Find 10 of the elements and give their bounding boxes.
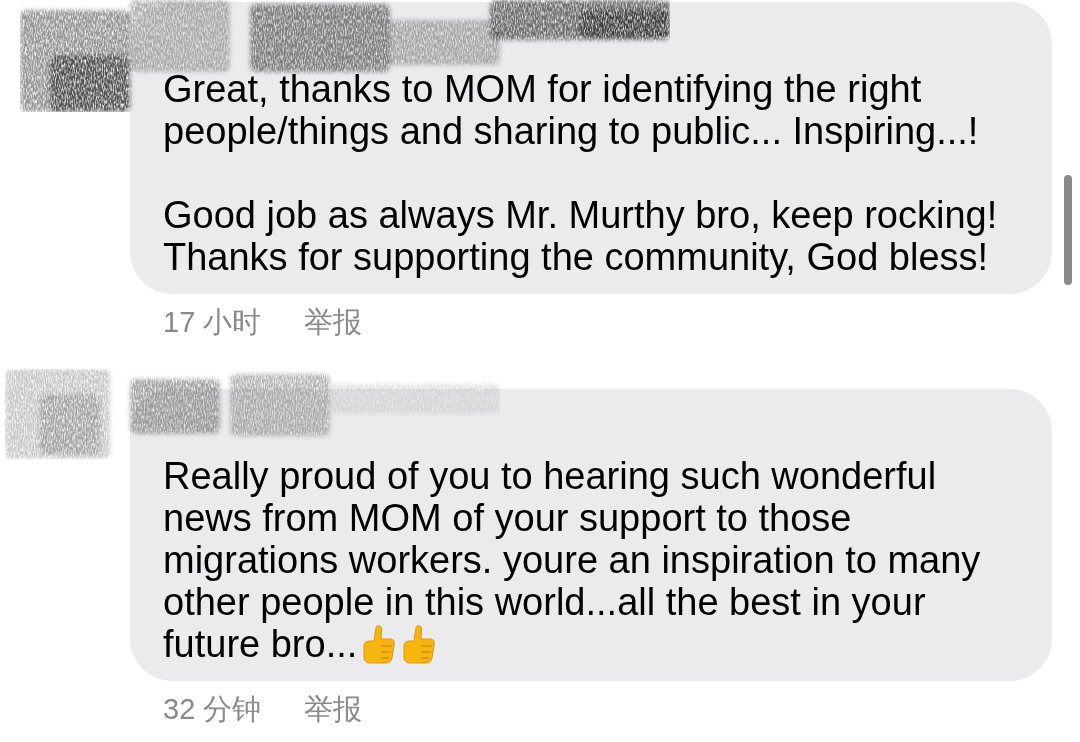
report-link[interactable]: 举报 <box>304 304 363 340</box>
comment-time: 32 分钟 <box>163 692 262 727</box>
thumbs-up-icon <box>361 624 398 664</box>
thumbs-up-icon <box>401 624 438 664</box>
comment-text: Good job as always Mr. Murthy bro, keep rocking! Thanks for supporting the community, God bless! <box>163 194 998 278</box>
comment-text: Great, thanks to MOM for identifying the right people/things and sharing to public... Inspiring...! <box>163 68 979 152</box>
report-link[interactable]: 举报 <box>304 691 363 727</box>
comment-text: Really proud of you to hearing such wonderful news from MOM of your support to those migrations workers. youre an inspiration to many other people in this world...all the best in your future bro... <box>163 455 981 665</box>
comment-time: 17 小时 <box>163 305 262 340</box>
scrollbar-thumb[interactable] <box>1064 175 1072 285</box>
